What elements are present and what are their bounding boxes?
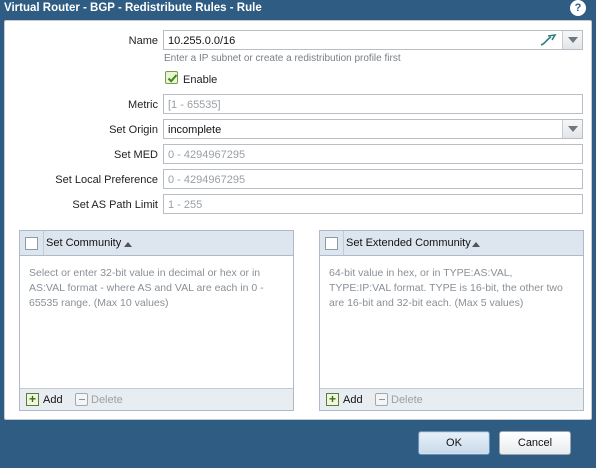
- help-icon[interactable]: ?: [570, 0, 586, 16]
- set-local-preference-input[interactable]: 0 - 4294967295: [163, 169, 583, 189]
- set-extended-community-placeholder: 64-bit value in hex, or in TYPE:AS:VAL, …: [329, 267, 563, 309]
- set-community-footer: + Add Delete: [20, 388, 293, 410]
- set-origin-dropdown-button[interactable]: [562, 120, 582, 138]
- set-origin-select[interactable]: incomplete: [163, 119, 583, 139]
- header-divider: [343, 231, 344, 255]
- set-local-preference-label: Set Local Preference: [55, 174, 158, 186]
- set-extended-community-panel: Set Extended Community 64-bit value in h…: [319, 230, 584, 411]
- set-extended-community-add-button[interactable]: Add: [343, 394, 363, 406]
- enable-label: Enable: [183, 74, 218, 86]
- name-combobox[interactable]: 10.255.0.0/16: [163, 30, 583, 50]
- set-local-preference-placeholder: 0 - 4294967295: [168, 174, 246, 186]
- set-community-add-button[interactable]: Add: [43, 394, 63, 406]
- set-extended-community-select-all-checkbox[interactable]: [325, 237, 338, 250]
- name-label: Name: [128, 35, 158, 47]
- dialog-body: Name 10.255.0.0/16 Enter a IP subnet or …: [4, 20, 592, 420]
- set-origin-value: incomplete: [168, 124, 222, 136]
- header-divider: [43, 231, 44, 255]
- set-extended-community-footer: + Add Delete: [320, 388, 583, 410]
- set-community-select-all-checkbox[interactable]: [25, 237, 38, 250]
- set-community-placeholder: Select or enter 32-bit value in decimal …: [29, 267, 264, 309]
- metric-placeholder: [1 - 65535]: [168, 99, 221, 111]
- name-value: 10.255.0.0/16: [168, 35, 236, 47]
- ok-button[interactable]: OK: [418, 431, 490, 455]
- set-as-path-limit-label: Set AS Path Limit: [72, 199, 158, 211]
- sort-asc-icon[interactable]: [124, 242, 132, 247]
- dialog-title: Virtual Router - BGP - Redistribute Rule…: [4, 2, 262, 14]
- set-community-header: Set Community: [20, 231, 293, 256]
- set-as-path-limit-placeholder: 1 - 255: [168, 199, 203, 211]
- set-med-label: Set MED: [113, 149, 158, 161]
- set-community-column-header[interactable]: Set Community: [46, 237, 121, 250]
- set-as-path-limit-input[interactable]: 1 - 255: [163, 194, 583, 214]
- add-icon[interactable]: +: [326, 393, 339, 406]
- cancel-button[interactable]: Cancel: [499, 431, 571, 455]
- dropdown-caret-icon: [568, 126, 578, 132]
- profile-link-icon[interactable]: [540, 33, 558, 47]
- name-dropdown-button[interactable]: [562, 31, 582, 49]
- delete-icon[interactable]: [375, 393, 388, 406]
- enable-checkbox[interactable]: [165, 71, 178, 84]
- set-extended-community-header: Set Extended Community: [320, 231, 583, 256]
- set-community-delete-button[interactable]: Delete: [91, 394, 123, 406]
- set-origin-label: Set Origin: [109, 124, 158, 136]
- set-extended-community-column-header[interactable]: Set Extended Community: [346, 237, 471, 250]
- name-hint: Enter a IP subnet or create a redistribu…: [164, 53, 401, 64]
- title-bar[interactable]: Virtual Router - BGP - Redistribute Rule…: [0, 0, 596, 18]
- set-extended-community-delete-button[interactable]: Delete: [391, 394, 423, 406]
- metric-label: Metric: [128, 99, 158, 111]
- checkmark-icon: [167, 74, 178, 83]
- add-icon[interactable]: +: [26, 393, 39, 406]
- dropdown-caret-icon: [568, 37, 578, 43]
- set-med-placeholder: 0 - 4294967295: [168, 149, 246, 161]
- delete-icon[interactable]: [75, 393, 88, 406]
- set-med-input[interactable]: 0 - 4294967295: [163, 144, 583, 164]
- set-community-panel: Set Community Select or enter 32-bit val…: [19, 230, 294, 411]
- dialog-window: Virtual Router - BGP - Redistribute Rule…: [0, 0, 596, 468]
- metric-input[interactable]: [1 - 65535]: [163, 94, 583, 114]
- sort-asc-icon[interactable]: [472, 242, 480, 247]
